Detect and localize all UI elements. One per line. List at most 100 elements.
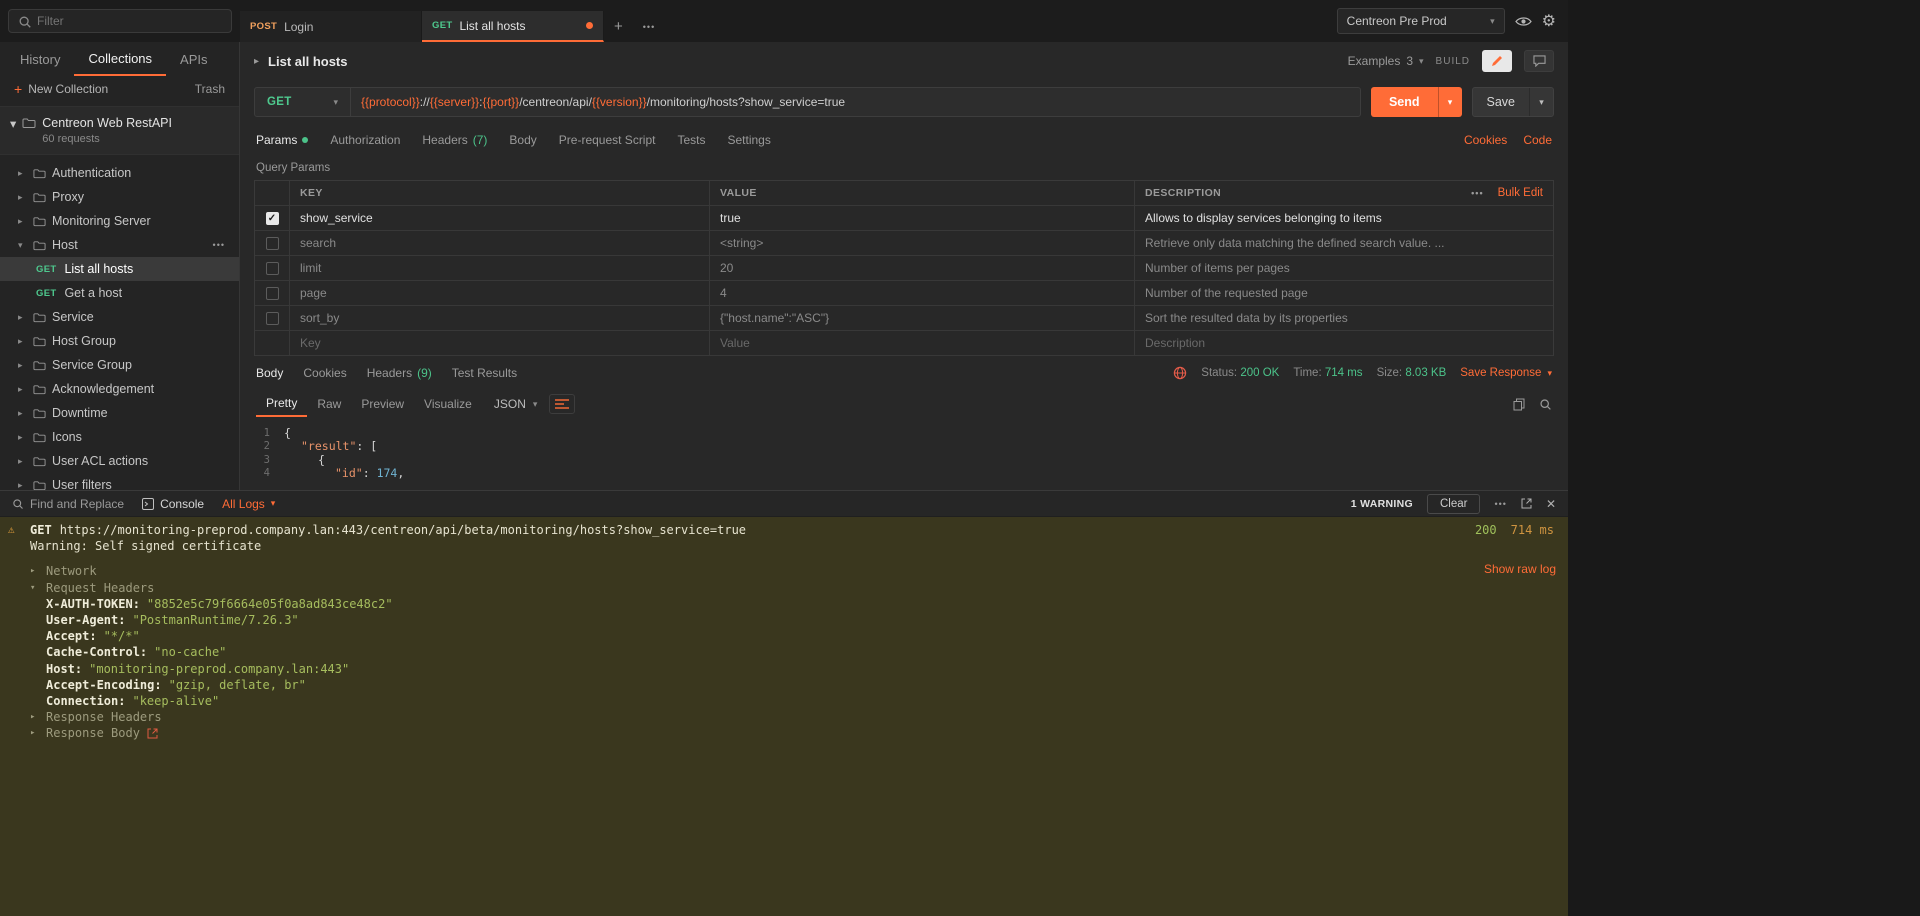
copy-response-button[interactable] <box>1513 398 1525 411</box>
sidebar-request-list-all-hosts[interactable]: GET List all hosts <box>0 257 239 281</box>
show-raw-log-link[interactable]: Show raw log <box>1484 561 1556 577</box>
log-filter-dropdown[interactable]: All Logs ▾ <box>222 497 275 511</box>
save-button[interactable]: Save <box>1473 88 1530 116</box>
param-key-placeholder[interactable]: Key <box>289 331 709 355</box>
param-key[interactable]: search <box>289 231 709 255</box>
request-tab-list-all-hosts[interactable]: GET List all hosts <box>422 11 604 42</box>
param-key[interactable]: sort_by <box>289 306 709 330</box>
sidebar-folder-user-acl-actions[interactable]: ▸ User ACL actions <box>0 449 239 473</box>
sidebar-folder-user-filters[interactable]: ▸ User filters <box>0 473 239 490</box>
param-description[interactable]: Number of items per pages <box>1134 256 1553 280</box>
send-options-caret[interactable]: ▾ <box>1438 87 1462 117</box>
response-tab-cookies[interactable]: Cookies <box>303 366 346 380</box>
external-link-icon[interactable] <box>147 728 158 739</box>
method-selector[interactable]: GET ▾ <box>255 88 351 116</box>
param-value[interactable]: true <box>709 206 1134 230</box>
code-link[interactable]: Code <box>1523 133 1552 147</box>
tab-options-button[interactable]: ••• <box>633 11 665 42</box>
checkbox-unchecked[interactable] <box>266 237 279 250</box>
environment-quick-look-button[interactable] <box>1515 16 1532 27</box>
filter-input[interactable] <box>8 9 232 33</box>
param-key[interactable]: limit <box>289 256 709 280</box>
response-tab-headers[interactable]: Headers (9) <box>367 366 432 380</box>
sidebar-folder-host[interactable]: ▾ Host ••• <box>0 233 239 257</box>
param-description[interactable]: Allows to display services belonging to … <box>1134 206 1553 230</box>
response-body-editor[interactable]: 1 { 2 "result": [ 3 { 4 "id": 174, <box>240 420 1568 490</box>
open-in-new-window-icon[interactable] <box>1521 498 1532 509</box>
collection-centreon-web-restapi[interactable]: ▾ Centreon Web RestAPI 60 requests <box>0 106 239 155</box>
console-options-icon[interactable]: ••• <box>1494 499 1506 509</box>
settings-button[interactable]: ⚙ <box>1542 11 1556 31</box>
param-value-placeholder[interactable]: Value <box>709 331 1134 355</box>
response-tab-test-results[interactable]: Test Results <box>452 366 517 380</box>
close-console-icon[interactable]: ✕ <box>1546 497 1556 511</box>
param-description[interactable]: Sort the resulted data by its properties <box>1134 306 1553 330</box>
environment-selector[interactable]: Centreon Pre Prod ▾ <box>1337 8 1505 34</box>
table-row[interactable]: limit 20 Number of items per pages <box>255 256 1553 281</box>
checkbox-checked[interactable]: ✓ <box>266 212 279 225</box>
wrap-lines-button[interactable] <box>549 394 575 414</box>
view-tab-preview[interactable]: Preview <box>351 392 414 416</box>
sidebar-folder-host-group[interactable]: ▸ Host Group <box>0 329 239 353</box>
view-tab-raw[interactable]: Raw <box>307 392 351 416</box>
tab-pre-request-script[interactable]: Pre-request Script <box>559 133 656 147</box>
param-value[interactable]: {"host.name":"ASC"} <box>709 306 1134 330</box>
table-row[interactable]: page 4 Number of the requested page <box>255 281 1553 306</box>
checkbox-unchecked[interactable] <box>266 287 279 300</box>
console-section-network[interactable]: ▸ Network <box>0 563 1568 579</box>
param-value[interactable]: 4 <box>709 281 1134 305</box>
console-section-request-headers[interactable]: ▾ Request Headers <box>0 580 1568 596</box>
caret-right-icon[interactable]: ▸ <box>254 56 259 67</box>
network-globe-icon[interactable] <box>1173 366 1187 380</box>
console-section-response-body[interactable]: ▸ Response Body <box>0 725 1568 741</box>
examples-dropdown[interactable]: Examples 3 ▾ <box>1348 54 1424 68</box>
documentation-button[interactable] <box>1482 50 1512 72</box>
tab-authorization[interactable]: Authorization <box>330 133 400 147</box>
sidebar-folder-downtime[interactable]: ▸ Downtime <box>0 401 239 425</box>
param-value[interactable]: <string> <box>709 231 1134 255</box>
find-and-replace-button[interactable]: Find and Replace <box>12 497 124 511</box>
sidebar-folder-proxy[interactable]: ▸ Proxy <box>0 185 239 209</box>
table-row-placeholder[interactable]: Key Value Description <box>255 331 1553 356</box>
table-row[interactable]: search <string> Retrieve only data match… <box>255 231 1553 256</box>
request-tab-login[interactable]: POST Login <box>240 11 422 42</box>
console-section-response-headers[interactable]: ▸ Response Headers <box>0 709 1568 725</box>
url-input[interactable]: {{protocol}} :// {{server}} : {{port}} /… <box>351 88 1360 116</box>
sidebar-tab-apis[interactable]: APIs <box>166 42 221 76</box>
save-options-caret[interactable]: ▾ <box>1529 88 1553 116</box>
tab-body[interactable]: Body <box>509 133 536 147</box>
console-log-entry[interactable]: ⚠ GET https://monitoring-preprod.company… <box>0 522 1568 538</box>
sidebar-request-get-a-host[interactable]: GET Get a host <box>0 281 239 305</box>
comments-button[interactable] <box>1524 50 1554 72</box>
clear-console-button[interactable]: Clear <box>1427 494 1480 514</box>
trash-button[interactable]: Trash <box>195 82 225 96</box>
table-row[interactable]: ✓ show_service true Allows to display se… <box>255 206 1553 231</box>
cookies-link[interactable]: Cookies <box>1464 133 1507 147</box>
sidebar-folder-acknowledgement[interactable]: ▸ Acknowledgement <box>0 377 239 401</box>
table-options-icon[interactable]: ••• <box>1471 188 1483 198</box>
sidebar-folder-monitoring-server[interactable]: ▸ Monitoring Server <box>0 209 239 233</box>
new-tab-button[interactable]: + <box>604 11 633 42</box>
search-response-button[interactable] <box>1539 398 1552 411</box>
param-key[interactable]: show_service <box>289 206 709 230</box>
view-tab-pretty[interactable]: Pretty <box>256 391 307 417</box>
new-collection-button[interactable]: New Collection <box>28 82 108 96</box>
console-tab[interactable]: Console <box>142 497 204 511</box>
tab-headers[interactable]: Headers (7) <box>422 133 487 147</box>
sidebar-tab-collections[interactable]: Collections <box>74 42 166 76</box>
tab-settings[interactable]: Settings <box>728 133 771 147</box>
sidebar-folder-service[interactable]: ▸ Service <box>0 305 239 329</box>
view-tab-visualize[interactable]: Visualize <box>414 392 482 416</box>
response-tab-body[interactable]: Body <box>256 366 283 380</box>
send-button[interactable]: Send <box>1371 87 1438 117</box>
table-row[interactable]: sort_by {"host.name":"ASC"} Sort the res… <box>255 306 1553 331</box>
sidebar-folder-icons[interactable]: ▸ Icons <box>0 425 239 449</box>
tab-params[interactable]: Params <box>256 133 308 147</box>
param-description[interactable]: Retrieve only data matching the defined … <box>1134 231 1553 255</box>
tab-tests[interactable]: Tests <box>677 133 705 147</box>
sidebar-folder-authentication[interactable]: ▸ Authentication <box>0 161 239 185</box>
folder-options-icon[interactable]: ••• <box>213 240 239 250</box>
param-description-placeholder[interactable]: Description <box>1134 331 1553 355</box>
bulk-edit-link[interactable]: Bulk Edit <box>1498 187 1543 199</box>
param-key[interactable]: page <box>289 281 709 305</box>
